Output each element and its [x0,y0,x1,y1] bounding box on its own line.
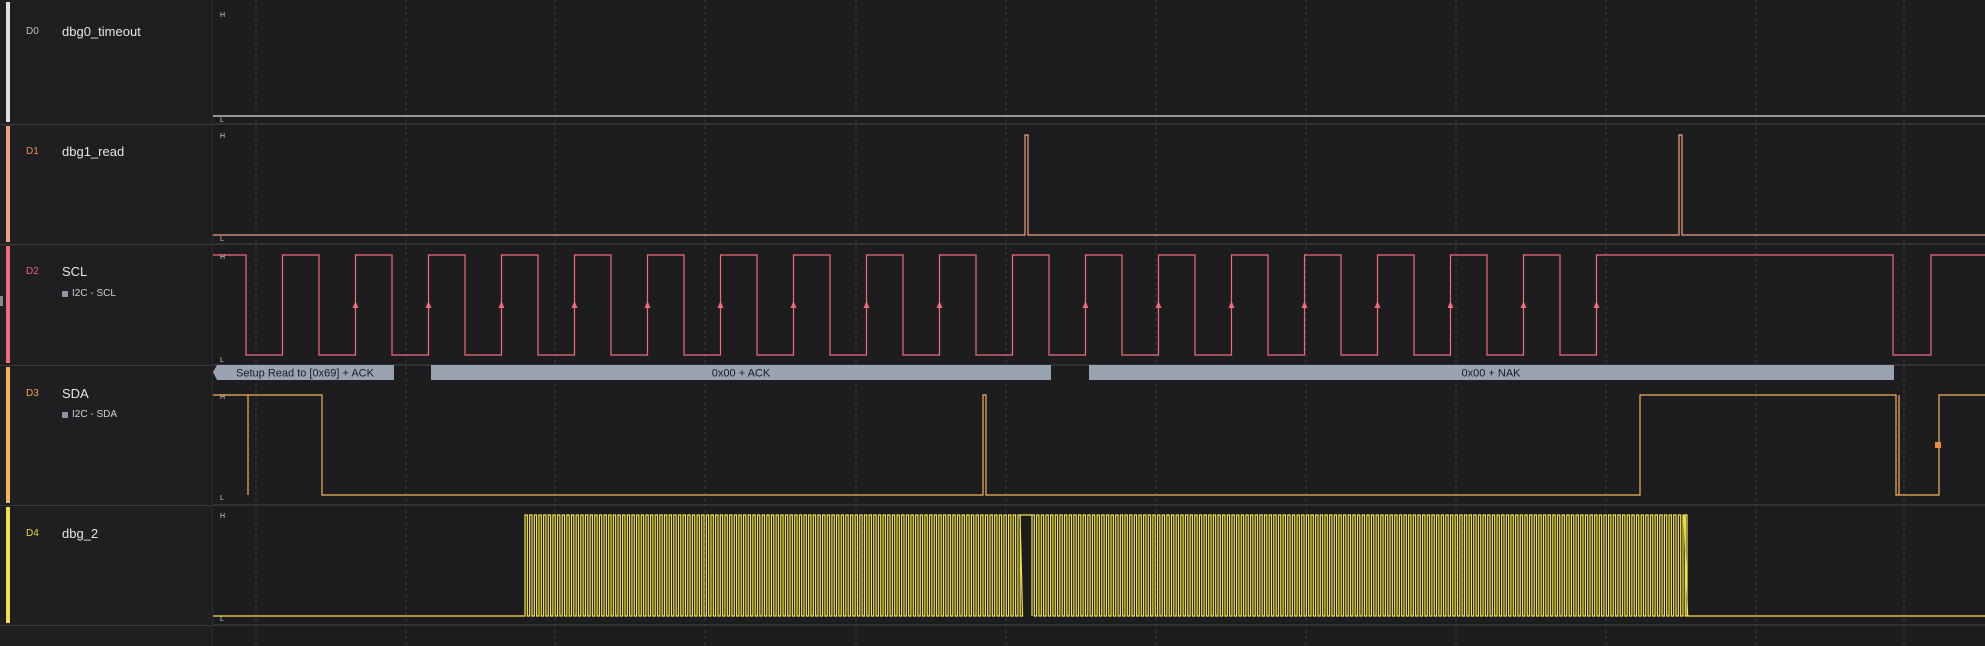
channel-row-d2[interactable]: D2 SCL I2C - SCL [0,244,212,366]
channel-marker [0,296,3,306]
rising-edge-marker [1520,301,1527,308]
d2-waveform [213,254,1985,356]
channel-color-bar [6,126,10,242]
d3-waveform [213,394,1985,496]
logic-analyzer-window: D0 dbg0_timeout D1 dbg1_read D2 SCL I2C … [0,0,1985,646]
analyzer-square-icon [62,290,68,297]
rising-edge-marker [571,301,578,308]
analyzer-square-icon [62,411,68,418]
rising-edge-marker [1374,301,1381,308]
level-low-label: L [220,117,224,124]
level-labels: HLHLHLHLHL [220,12,225,623]
channel-id: D3 [26,388,39,399]
rising-edge-marker [1447,301,1454,308]
channel-name[interactable]: SCL [62,264,87,279]
analyzer-tag[interactable]: I2C - SDA [62,409,117,420]
frame-2[interactable]: 0x00 + NAK [1089,365,1894,380]
channel-row-d4[interactable]: D4 dbg_2 [0,505,212,626]
channel-color-bar [6,507,10,623]
time-grid [255,0,1905,646]
frame-1[interactable]: 0x00 + ACK [431,365,1051,380]
analyzer-label: I2C - SCL [72,288,116,299]
analyzer-label: I2C - SDA [72,409,118,420]
rising-edge-marker [425,301,432,308]
channel-name[interactable]: dbg1_read [62,144,124,159]
channel-id: D1 [26,146,39,157]
rising-edge-marker [936,301,943,308]
rising-edge-marker [1301,301,1308,308]
waveform-canvas[interactable]: HLHLHLHLHL Setup Read to [0x69] + ACK 0x… [213,0,1985,646]
frame-0[interactable]: Setup Read to [0x69] + ACK [213,365,394,380]
rising-edge-marker [1228,301,1235,308]
level-low-label: L [220,495,224,502]
rising-edge-marker [498,301,505,308]
level-high-label: H [220,12,225,19]
i2c-frame-label: 0x00 + NAK [1461,368,1521,380]
rising-edge-marker [1082,301,1089,308]
channel-label-panel: D0 dbg0_timeout D1 dbg1_read D2 SCL I2C … [0,0,213,646]
channel-name[interactable]: dbg0_timeout [62,24,141,39]
channel-row-d1[interactable]: D1 dbg1_read [0,124,212,245]
i2c-frame-label: Setup Read to [0x69] + ACK [236,368,375,380]
waveform-area[interactable]: HLHLHLHLHL Setup Read to [0x69] + ACK 0x… [213,0,1985,646]
analyzer-tag[interactable]: I2C - SCL [62,288,116,299]
level-high-label: H [220,133,225,140]
d4-waveform [213,514,1985,617]
i2c-frame-label: 0x00 + ACK [712,368,771,380]
channel-row-d0[interactable]: D0 dbg0_timeout [0,0,212,125]
channel-id: D2 [26,266,39,277]
d1-waveform [213,134,1985,236]
channel-name[interactable]: dbg_2 [62,526,98,541]
rising-edge-marker [790,301,797,308]
rising-edge-marker [717,301,724,308]
channel-id: D4 [26,528,39,539]
channel-id: D0 [26,26,39,37]
channel-color-bar [6,246,10,363]
level-high-label: H [220,513,225,520]
level-low-label: L [220,236,224,243]
rising-edge-marker [644,301,651,308]
channel-color-bar [6,367,10,503]
level-low-label: L [220,616,224,623]
channel-row-d3[interactable]: D3 SDA I2C - SDA [0,365,212,506]
channel-color-bar [6,2,10,122]
level-low-label: L [220,357,224,364]
rising-edge-marker [1593,301,1600,308]
sample-marker [1935,442,1941,448]
channel-name[interactable]: SDA [62,386,89,401]
rising-edge-marker [352,301,359,308]
rising-edge-marker [863,301,870,308]
